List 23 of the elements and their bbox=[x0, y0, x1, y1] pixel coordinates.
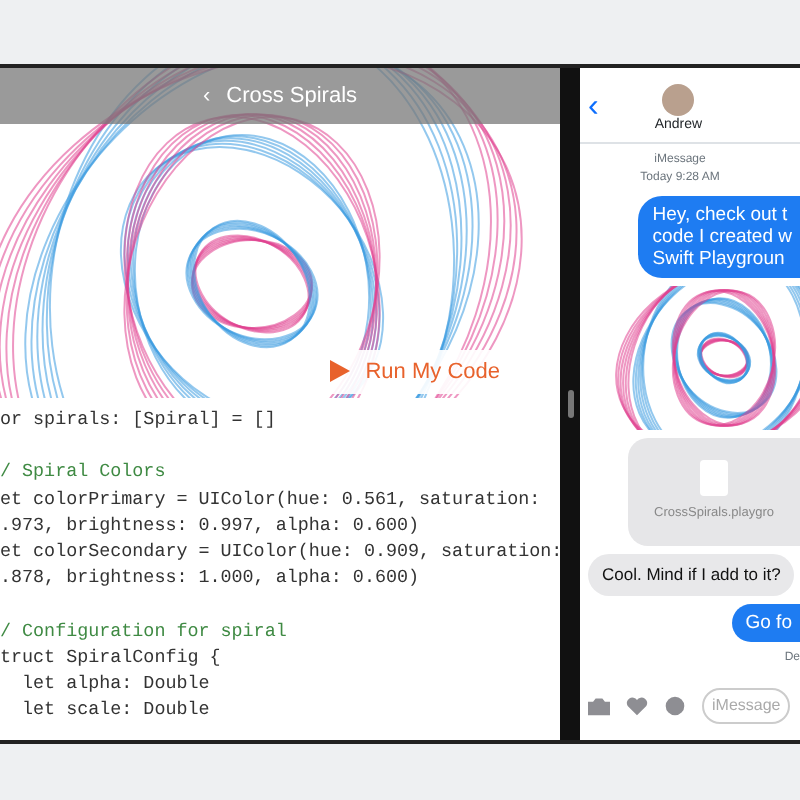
message-bubble: Cool. Mind if I add to it? bbox=[588, 554, 795, 596]
heart-icon[interactable] bbox=[626, 696, 648, 716]
message-bubble: Go fo bbox=[731, 603, 800, 642]
code-line: let alpha: Double bbox=[20, 670, 212, 697]
code-line: truct SpiralConfig { bbox=[0, 643, 223, 670]
code-line: .878, brightness: 1.000, alpha: 0.600) bbox=[0, 564, 422, 591]
play-icon bbox=[327, 360, 350, 383]
back-button[interactable]: ‹ bbox=[588, 92, 599, 124]
code-comment: / Spiral Colors bbox=[0, 458, 168, 486]
screen-title: Cross Spirals bbox=[226, 81, 358, 112]
code-comment: / Configuration for spiral bbox=[0, 617, 289, 644]
avatar bbox=[662, 84, 695, 116]
file-icon bbox=[700, 460, 728, 497]
code-line: or spirals: [Spiral] = [] bbox=[0, 406, 278, 433]
code-line: let scale: Double bbox=[20, 696, 212, 723]
message-bubble: Hey, check out t code I created w Swift Playgroun bbox=[638, 196, 800, 278]
code-line: et colorPrimary = UIColor(hue: 0.561, saturation: bbox=[0, 485, 543, 512]
code-line: .973, brightness: 0.997, alpha: 0.600) bbox=[0, 511, 422, 538]
message-field[interactable]: iMessage bbox=[702, 688, 790, 724]
code-line: et colorSecondary = UIColor(hue: 0.909, saturation: bbox=[0, 538, 560, 565]
split-handle[interactable] bbox=[567, 390, 573, 418]
camera-icon[interactable] bbox=[588, 696, 610, 716]
back-icon[interactable]: ‹ bbox=[202, 79, 211, 113]
